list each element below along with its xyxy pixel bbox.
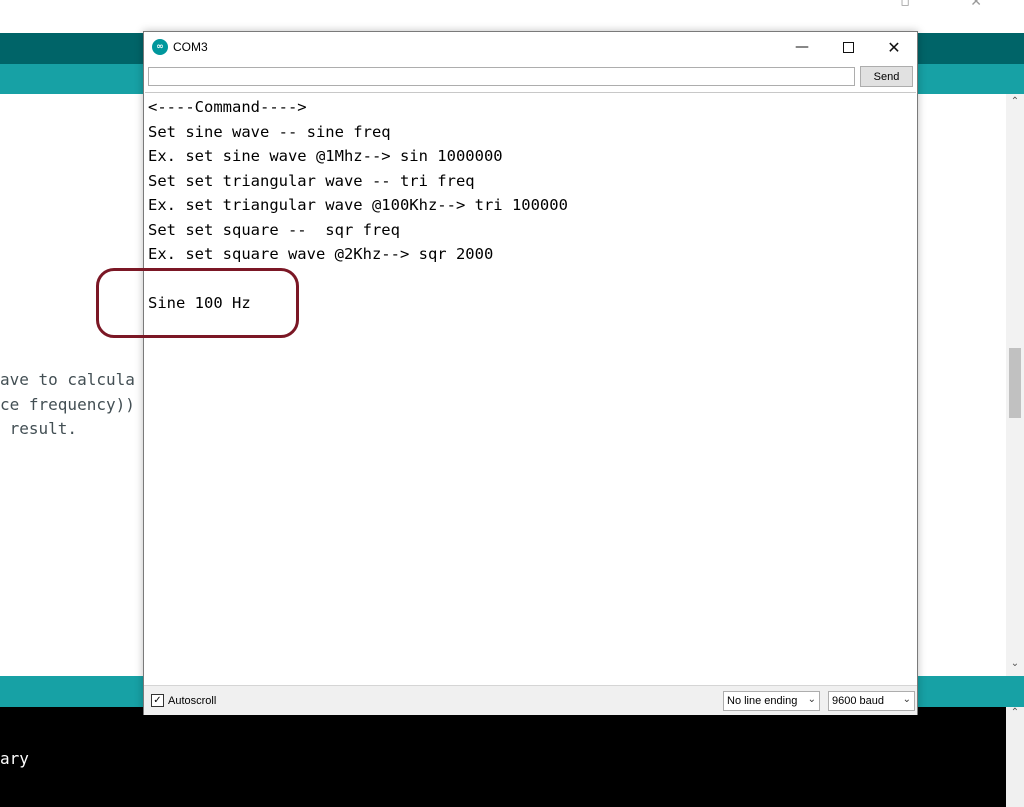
maximize-icon: [842, 41, 854, 53]
console-scrollbar[interactable]: ⌃: [1006, 707, 1024, 807]
code-line: ave to calcula: [0, 370, 135, 389]
arduino-icon: ∞: [152, 39, 168, 55]
scrollbar-thumb[interactable]: [1009, 348, 1021, 418]
ide-console: [0, 707, 1006, 807]
autoscroll-checkbox[interactable]: ✓ Autoscroll: [151, 694, 216, 707]
scroll-down-icon[interactable]: ⌄: [1006, 658, 1024, 669]
baud-rate-select[interactable]: 9600 baud ⌄: [828, 691, 915, 711]
minimize-icon: —: [795, 39, 809, 55]
serial-monitor-window: ∞ COM3 — ✕ Send <----Command----> Set si…: [143, 31, 918, 715]
chevron-down-icon: ⌄: [807, 694, 816, 705]
close-icon: ✕: [887, 37, 901, 57]
console-text: ary: [0, 749, 29, 768]
checkmark-icon: ✓: [151, 694, 164, 707]
autoscroll-label: Autoscroll: [168, 694, 217, 707]
maximize-button[interactable]: [825, 32, 871, 62]
serial-output[interactable]: <----Command----> Set sine wave -- sine …: [145, 92, 916, 685]
ide-window-controls[interactable]: ▫ ✕: [900, 0, 1010, 10]
scroll-up-icon[interactable]: ⌃: [1006, 707, 1024, 718]
scroll-up-icon[interactable]: ⌃: [1006, 96, 1024, 107]
output-line: Set set square -- sqr freq: [148, 220, 400, 239]
ide-title-bar: ▫ ✕: [0, 0, 1024, 33]
baud-rate-value: 9600 baud: [832, 695, 884, 707]
output-line: Set set triangular wave -- tri freq: [148, 171, 475, 190]
send-button[interactable]: Send: [860, 66, 913, 87]
output-line: Ex. set square wave @2Khz--> sqr 2000: [148, 245, 494, 263]
output-line: Set sine wave -- sine freq: [148, 122, 391, 141]
serial-bottom-bar: ✓ Autoscroll No line ending ⌄ 9600 baud …: [144, 685, 917, 715]
highlight-annotation: [96, 268, 299, 338]
window-title: COM3: [173, 40, 208, 54]
minimize-button[interactable]: —: [779, 32, 825, 62]
line-ending-select[interactable]: No line ending ⌄: [723, 691, 820, 711]
output-line: <----Command---->: [148, 98, 307, 116]
serial-input[interactable]: [148, 67, 855, 86]
code-line: result.: [0, 419, 78, 438]
chevron-down-icon: ⌄: [902, 694, 911, 705]
serial-monitor-title-bar[interactable]: ∞ COM3 — ✕: [144, 32, 917, 62]
editor-scrollbar[interactable]: ⌃ ⌄: [1006, 94, 1024, 676]
ide-code: ave to calcula ce frequency)) result.: [0, 368, 135, 442]
code-line: ce frequency)): [0, 394, 135, 414]
line-ending-value: No line ending: [727, 695, 798, 707]
close-button[interactable]: ✕: [871, 32, 917, 62]
output-line: Ex. set sine wave @1Mhz--> sin 1000000: [148, 147, 503, 165]
output-line: Ex. set triangular wave @100Khz--> tri 1…: [148, 196, 568, 214]
